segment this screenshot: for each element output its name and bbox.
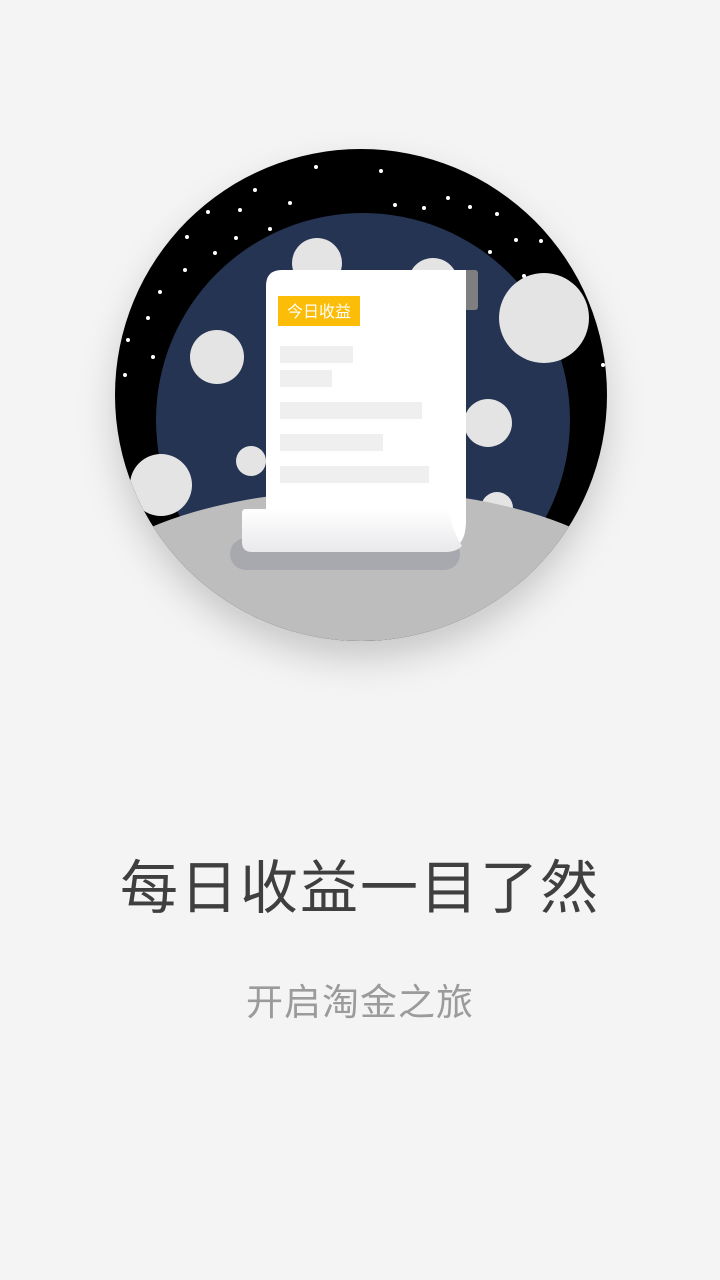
- earnings-badge-label: 今日收益: [287, 302, 351, 321]
- receipt-roll: [242, 509, 462, 552]
- earnings-badge: 今日收益: [278, 296, 360, 326]
- onboarding-subtitle: 开启淘金之旅: [246, 981, 474, 1024]
- onboarding-screen: 今日收益 每日收益一目了然 开启淘金之旅: [0, 0, 720, 1280]
- onboarding-title: 每日收益一目了然: [119, 854, 600, 922]
- earnings-illustration: 今日收益: [115, 149, 607, 641]
